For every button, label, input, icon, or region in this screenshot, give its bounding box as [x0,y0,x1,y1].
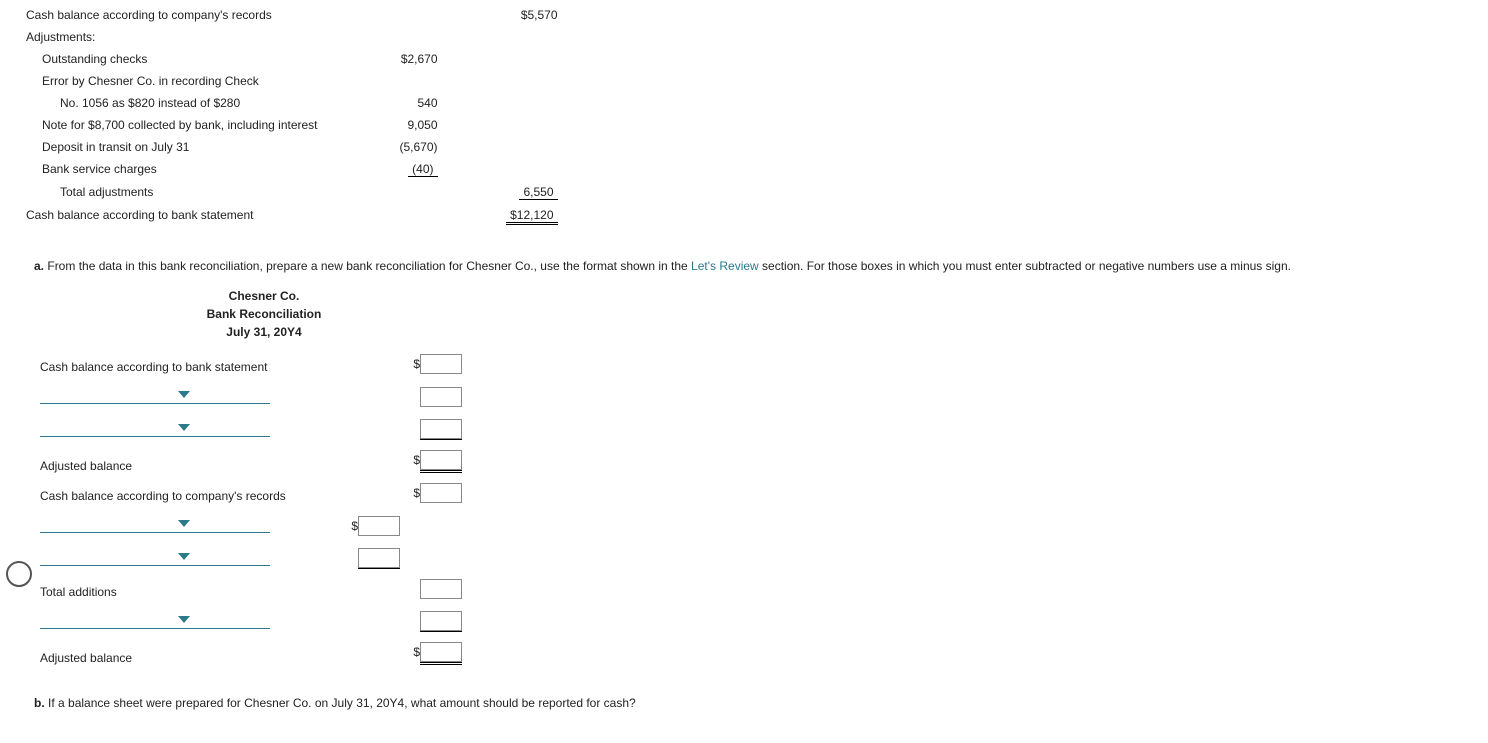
form-cash-company-label: Cash balance according to company's reco… [34,478,344,508]
dropdown-co-adj-2[interactable] [40,546,270,566]
input-co-adj-3[interactable] [420,611,462,631]
given-reconciliation: Cash balance according to company's reco… [20,4,564,229]
note-label: Note for $8,700 collected by bank, inclu… [20,114,324,136]
total-adjustments-value: 6,550 [519,185,557,200]
part-b-text: If a balance sheet were prepared for Che… [48,696,636,710]
chevron-down-icon [178,553,190,560]
input-cash-bank[interactable] [420,354,462,374]
part-a-text-2: section. For those boxes in which you mu… [759,259,1291,273]
adjustments-label: Adjustments: [20,26,324,48]
input-co-adj-1-sub[interactable] [358,516,400,536]
input-cash-company[interactable] [420,483,462,503]
outstanding-checks-label: Outstanding checks [20,48,324,70]
input-bank-adj-2[interactable] [420,419,462,439]
service-charge-value: (40) [408,162,437,177]
service-charge-label: Bank service charges [20,158,324,181]
form-total-additions-label: Total additions [34,574,344,604]
dropdown-bank-adj-1[interactable] [40,384,270,404]
error-value: 540 [324,92,444,114]
lets-review-link[interactable]: Let's Review [691,259,759,273]
dropdown-bank-adj-2[interactable] [40,417,270,437]
chevron-down-icon [178,616,190,623]
outstanding-checks-value: $2,670 [324,48,444,70]
deposit-label: Deposit in transit on July 31 [20,136,324,158]
cash-balance-bank-value: $12,120 [506,208,557,225]
step-circle-icon [6,561,32,587]
dropdown-co-adj-1[interactable] [40,513,270,533]
error-line2: No. 1056 as $820 instead of $280 [20,92,324,114]
input-bank-adj-1[interactable] [420,387,462,407]
dropdown-co-adj-3[interactable] [40,609,270,629]
cash-balance-bank-label: Cash balance according to bank statement [20,204,324,229]
chevron-down-icon [178,424,190,431]
chevron-down-icon [178,391,190,398]
part-a-text-1: From the data in this bank reconciliatio… [47,259,691,273]
form-header-date: July 31, 20Y4 [34,323,494,341]
deposit-value: (5,670) [324,136,444,158]
note-value: 9,050 [324,114,444,136]
form-cash-bank-label: Cash balance according to bank statement [34,349,344,379]
form-header-company: Chesner Co. [34,287,494,305]
answer-form: Cash balance according to bank statement… [34,349,468,670]
part-a-letter: a. [34,259,44,273]
form-adjusted-balance-bank-label: Adjusted balance [34,445,344,478]
cash-balance-company-value: $5,570 [444,4,564,26]
total-adjustments-label: Total adjustments [20,181,324,204]
form-adjusted-balance-co-label: Adjusted balance [34,637,344,670]
cash-balance-company-label: Cash balance according to company's reco… [20,4,324,26]
chevron-down-icon [178,520,190,527]
input-co-adj-2-sub[interactable] [358,548,400,568]
error-line1: Error by Chesner Co. in recording Check [20,70,324,92]
form-header-title: Bank Reconciliation [34,305,494,323]
part-b-letter: b. [34,696,45,710]
input-adjusted-balance-co[interactable] [420,642,462,662]
input-total-additions[interactable] [420,579,462,599]
input-adjusted-balance-bank[interactable] [420,450,462,470]
